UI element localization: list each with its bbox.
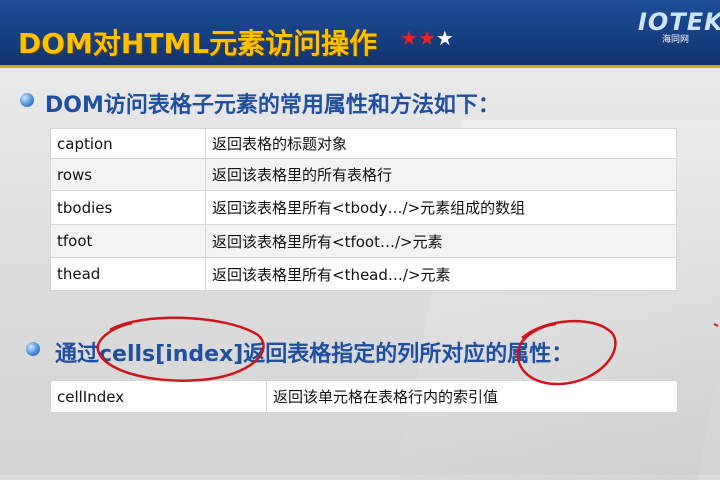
annotation-circle [516,319,617,386]
annotation-circle [96,316,265,382]
annotation-mark [713,323,719,327]
annotation-overlay [96,316,719,386]
